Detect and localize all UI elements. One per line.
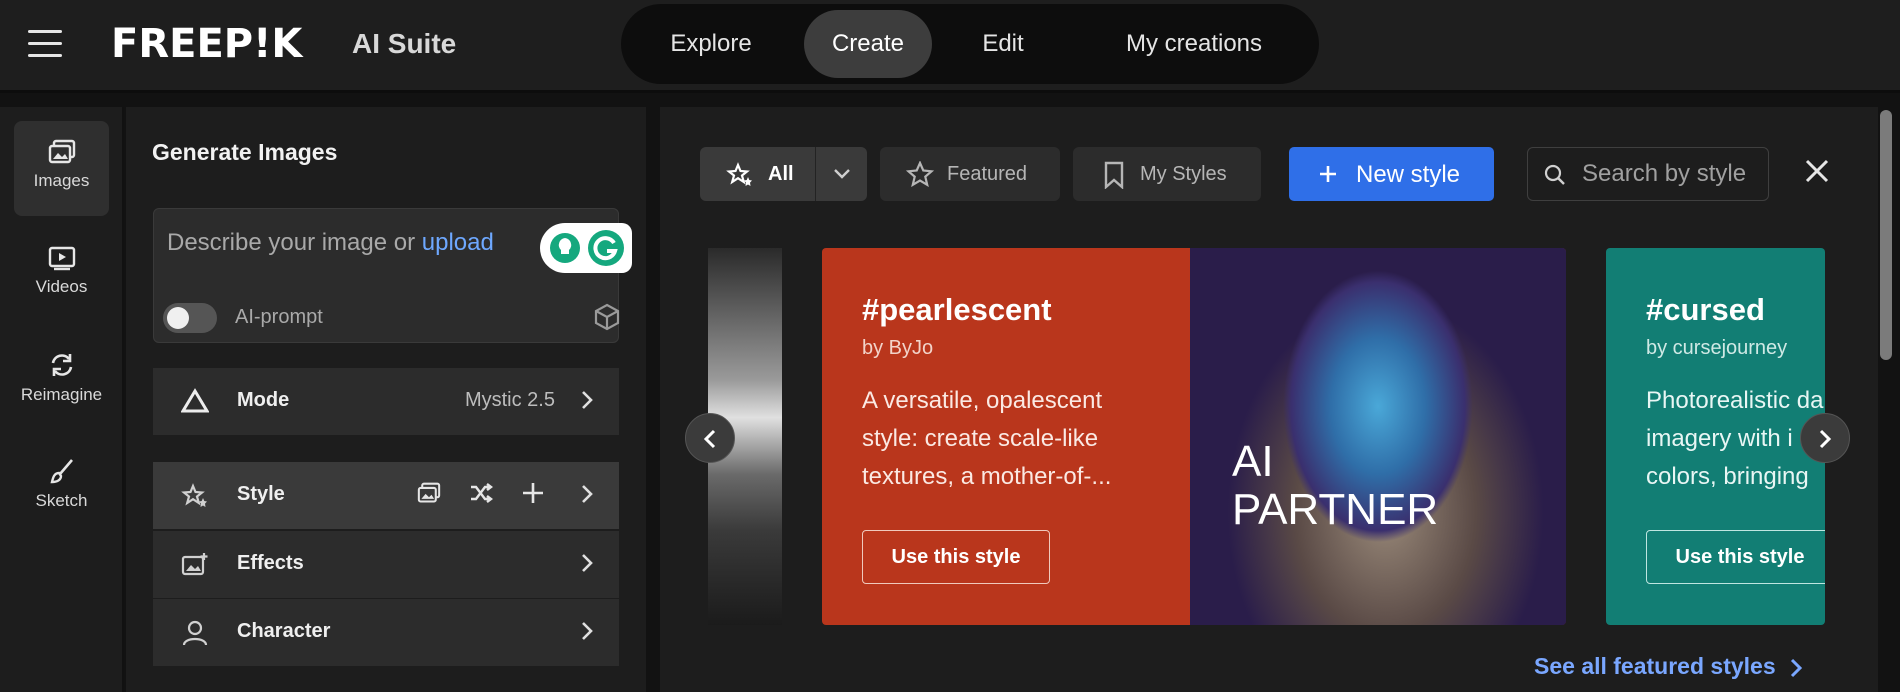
overlay-line-1: AI xyxy=(1232,437,1274,486)
chevron-right-icon xyxy=(582,485,593,503)
rail-reimagine-label: Reimagine xyxy=(20,385,103,404)
mode-label: Mode xyxy=(237,389,290,411)
chevron-right-icon xyxy=(1790,658,1803,677)
mode-row[interactable]: Mode Mystic 2.5 xyxy=(153,368,619,435)
plus-icon xyxy=(1320,166,1336,182)
chip-divider xyxy=(815,147,816,201)
brush-icon xyxy=(49,459,73,484)
nav-create[interactable]: Create xyxy=(804,10,932,78)
effects-label: Effects xyxy=(237,552,304,574)
style-images-icon[interactable] xyxy=(417,482,441,509)
add-style-icon[interactable] xyxy=(522,482,544,509)
character-label: Character xyxy=(237,620,331,642)
chevron-left-icon xyxy=(703,429,716,449)
use-style-button[interactable]: Use this style xyxy=(1646,530,1825,584)
grammarly-badge[interactable] xyxy=(540,223,632,273)
prompt-placeholder-text: Describe your image or xyxy=(167,229,416,256)
card-author: by cursejourney xyxy=(1646,337,1788,359)
close-icon[interactable] xyxy=(1804,158,1830,184)
chevron-right-icon xyxy=(582,554,593,572)
effects-row[interactable]: Effects xyxy=(153,531,619,598)
card-title: #pearlescent xyxy=(862,292,1052,327)
carousel-prev-button[interactable] xyxy=(685,413,735,463)
use-style-button[interactable]: Use this style xyxy=(862,530,1050,584)
style-search[interactable] xyxy=(1527,147,1769,201)
mode-triangle-icon xyxy=(181,388,209,413)
chevron-right-icon xyxy=(1819,429,1832,449)
upload-link[interactable]: upload xyxy=(422,229,494,256)
bookmark-icon xyxy=(1104,161,1124,189)
style-tools xyxy=(417,482,568,509)
video-icon xyxy=(48,246,75,271)
shuffle-icon[interactable] xyxy=(469,482,494,509)
refresh-icon xyxy=(51,354,72,376)
toggle-knob xyxy=(167,307,189,329)
star-icon xyxy=(906,161,934,187)
top-bar: FREEP!K AI Suite Explore Create Edit My … xyxy=(0,0,1900,93)
card-desc-line: Photorealistic da xyxy=(1646,387,1824,414)
chevron-right-icon xyxy=(582,622,593,640)
card-description: A versatile, opalescent style: create sc… xyxy=(862,387,1112,490)
filter-my-styles-label: My Styles xyxy=(1140,163,1227,185)
filter-featured-label: Featured xyxy=(947,163,1028,185)
rail-sketch[interactable]: Sketch xyxy=(14,439,109,534)
card-overlay-text: AI PARTNER xyxy=(1232,438,1438,534)
carousel-next-button[interactable] xyxy=(1800,413,1850,463)
stars-icon xyxy=(726,162,752,186)
generate-panel: Generate Images Describe your image or u… xyxy=(126,107,646,692)
search-icon xyxy=(1544,164,1565,185)
prompt-placeholder: Describe your image or upload xyxy=(167,229,494,257)
style-card-pearlescent[interactable]: #pearlescent by ByJo A versatile, opales… xyxy=(822,248,1566,625)
nav-explore[interactable]: Explore xyxy=(643,10,779,78)
left-rail: Images Videos Reimagine Sketch xyxy=(0,107,124,692)
style-label: Style xyxy=(237,483,285,505)
menu-icon[interactable] xyxy=(28,30,62,58)
overlay-line-2: PARTNER xyxy=(1232,485,1439,534)
ai-suite-label: AI Suite xyxy=(352,28,457,59)
effects-icon xyxy=(181,553,208,576)
rail-sketch-label: Sketch xyxy=(35,491,88,510)
filter-my-styles[interactable]: My Styles xyxy=(1073,147,1261,201)
style-row[interactable]: Style xyxy=(153,462,619,529)
style-stars-icon xyxy=(181,483,207,507)
ai-prompt-label: AI-prompt xyxy=(235,306,323,328)
rail-images-label: Images xyxy=(33,171,90,190)
chevron-down-icon[interactable] xyxy=(833,167,851,181)
main-nav: Explore Create Edit My creations xyxy=(621,4,1319,84)
images-icon xyxy=(48,139,75,164)
nav-my-creations[interactable]: My creations xyxy=(1089,10,1299,78)
filter-all-label: All xyxy=(768,163,794,185)
rail-videos-label: Videos xyxy=(35,277,88,296)
filter-all[interactable]: All xyxy=(700,147,867,201)
card-desc-line: imagery with i xyxy=(1646,425,1793,452)
freepik-logo[interactable]: FREEP!K xyxy=(111,22,302,66)
card-title: #cursed xyxy=(1646,292,1765,327)
ai-prompt-toggle[interactable] xyxy=(163,303,217,333)
rail-videos[interactable]: Videos xyxy=(14,227,109,322)
user-icon xyxy=(182,620,208,646)
cube-icon[interactable] xyxy=(594,303,620,331)
prompt-input[interactable]: Describe your image or upload AI-prompt xyxy=(153,208,632,343)
filter-featured[interactable]: Featured xyxy=(880,147,1060,201)
scrollbar[interactable] xyxy=(1880,110,1892,360)
see-all-label: See all featured styles xyxy=(1534,653,1776,679)
nav-edit[interactable]: Edit xyxy=(953,10,1053,78)
rail-images[interactable]: Images xyxy=(14,121,109,216)
card-author: by ByJo xyxy=(862,337,934,359)
rail-reimagine[interactable]: Reimagine xyxy=(14,333,109,428)
search-input[interactable] xyxy=(1582,160,1762,188)
new-style-button[interactable]: New style xyxy=(1289,147,1494,201)
grammarly-icon xyxy=(550,230,624,266)
see-all-featured-link[interactable]: See all featured styles xyxy=(1534,653,1803,680)
card-description: Photorealistic da imagery with i colors,… xyxy=(1646,382,1825,496)
style-card-cursed[interactable]: #cursed by cursejourney Photorealistic d… xyxy=(1606,248,1825,625)
card-desc-line: colors, bringing xyxy=(1646,463,1809,490)
mode-value: Mystic 2.5 xyxy=(464,389,555,411)
character-row[interactable]: Character xyxy=(153,599,619,666)
new-style-label: New style xyxy=(1356,161,1461,188)
chevron-right-icon xyxy=(582,391,593,409)
panel-title: Generate Images xyxy=(152,139,338,165)
